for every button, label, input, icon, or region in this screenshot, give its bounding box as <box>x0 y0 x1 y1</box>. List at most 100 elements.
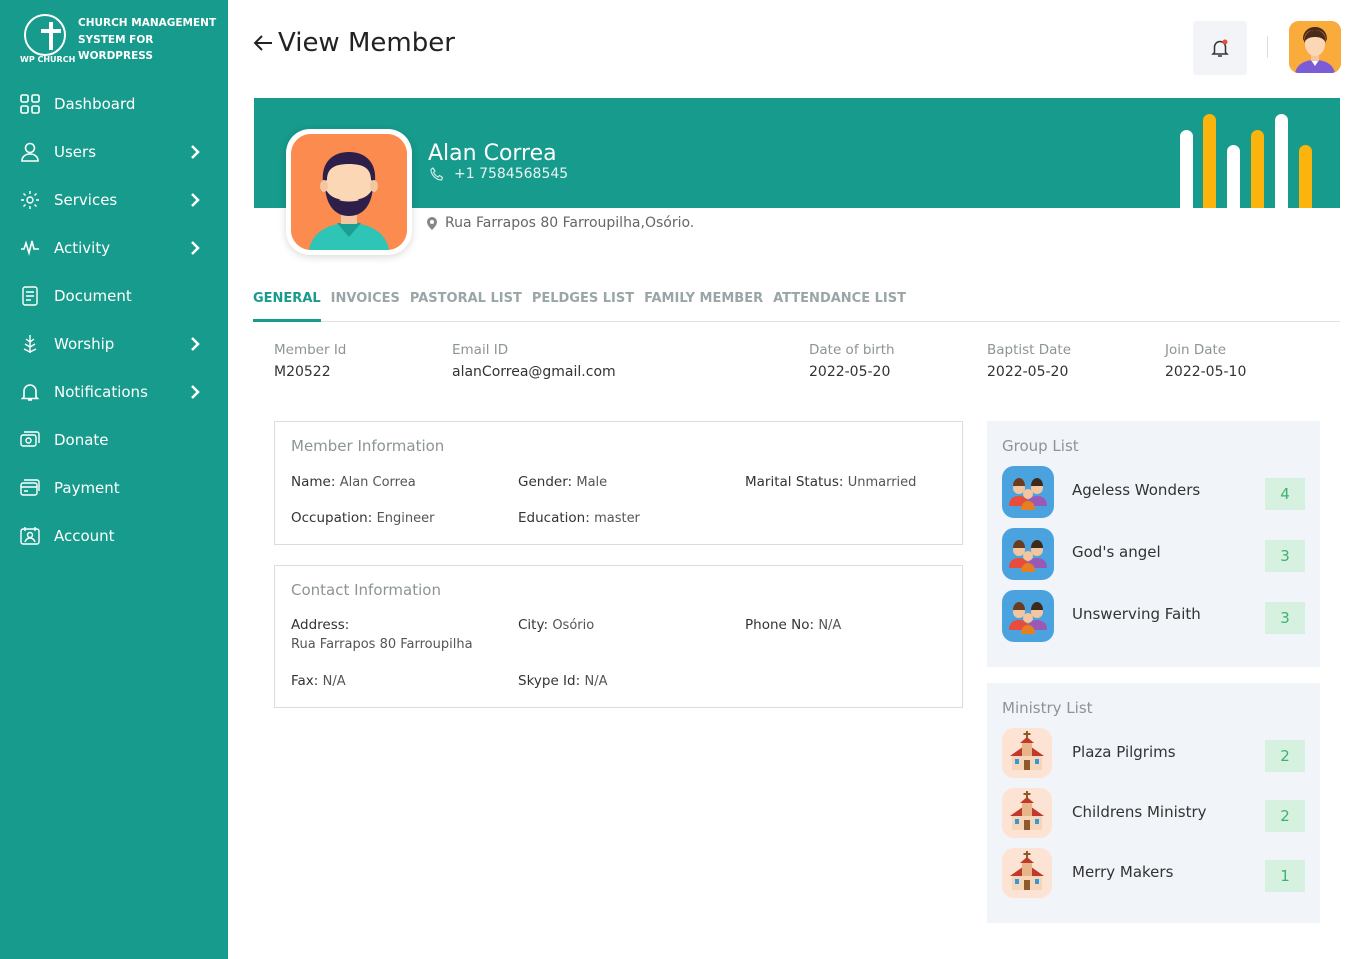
field-name: Name: Alan Correa <box>291 474 416 490</box>
summary-label: Baptist Date <box>987 342 1072 358</box>
summary-value: alanCorrea@gmail.com <box>452 364 616 380</box>
field-value: N/A <box>818 618 842 633</box>
donate-icon <box>20 430 40 450</box>
sidebar-item-notifications[interactable]: Notifications <box>0 368 228 416</box>
tab-general[interactable]: GENERAL <box>253 284 321 322</box>
summary-email: Email ID alanCorrea@gmail.com <box>452 342 616 380</box>
sidebar-item-label: Notifications <box>54 383 148 401</box>
group-list-panel: Group List Ageless Wonders 4 God's angel… <box>987 421 1320 667</box>
field-value: Male <box>576 475 608 490</box>
notification-button[interactable] <box>1193 21 1247 75</box>
payment-icon <box>20 478 40 498</box>
field-value: N/A <box>322 674 346 689</box>
sidebar-item-account[interactable]: Account <box>0 512 228 560</box>
field-label: Education: <box>518 510 590 526</box>
group-icon <box>1002 528 1054 580</box>
group-name: Ageless Wonders <box>1072 481 1201 499</box>
tab-pledges-list[interactable]: PELDGES LIST <box>532 284 634 322</box>
ministry-name: Plaza Pilgrims <box>1072 743 1176 761</box>
member-address: Rua Farrapos 80 Farroupilha,Osório. <box>427 215 694 231</box>
group-name: God's angel <box>1072 543 1161 561</box>
summary-label: Email ID <box>452 342 509 358</box>
page-title: View Member <box>252 28 455 58</box>
chevron-right-icon <box>191 145 200 159</box>
brand-title-line: SYSTEM FOR <box>78 33 154 46</box>
summary-join-date: Join Date 2022-05-10 <box>1165 342 1246 380</box>
sidebar-item-label: Worship <box>54 335 115 353</box>
profile-photo <box>286 129 412 255</box>
ministry-list-panel: Ministry List Plaza Pilgrims 2 Childrens… <box>987 683 1320 923</box>
field-label: City: <box>518 617 549 633</box>
brand-logo[interactable]: WP CHURCH CHURCH MANAGEMENT SYSTEM FOR W… <box>18 12 218 72</box>
tab-attendance-list[interactable]: ATTENDANCE LIST <box>773 284 906 322</box>
contact-information-card: Contact Information Address: Rua Farrapo… <box>274 565 963 708</box>
church-logo-icon <box>24 14 66 56</box>
decor-bar <box>1251 130 1264 208</box>
bell-icon <box>1211 39 1229 57</box>
tab-invoices[interactable]: INVOICES <box>331 284 400 322</box>
ministry-list-item[interactable]: Childrens Ministry 2 <box>1002 788 1305 840</box>
sidebar-item-label: Donate <box>54 431 109 449</box>
field-label: Gender: <box>518 474 573 490</box>
member-phone: +1 7584568545 <box>430 166 568 182</box>
group-list-item[interactable]: Ageless Wonders 4 <box>1002 466 1305 518</box>
group-list-item[interactable]: God's angel 3 <box>1002 528 1305 580</box>
field-value: master <box>594 511 640 526</box>
document-icon <box>20 286 40 306</box>
sidebar-item-services[interactable]: Services <box>0 176 228 224</box>
sidebar-item-users[interactable]: Users <box>0 128 228 176</box>
brand-title-line: CHURCH MANAGEMENT <box>78 17 217 29</box>
decorative-bars <box>1180 110 1320 208</box>
church-icon <box>1002 788 1052 838</box>
panel-title: Group List <box>1002 437 1079 455</box>
ministry-name: Merry Makers <box>1072 863 1174 881</box>
ministry-list-item[interactable]: Plaza Pilgrims 2 <box>1002 728 1305 780</box>
chevron-right-icon <box>191 337 200 351</box>
sidebar-item-label: Dashboard <box>54 95 136 113</box>
summary-label: Join Date <box>1165 342 1227 358</box>
panel-title: Ministry List <box>1002 699 1093 717</box>
field-occupation: Occupation: Engineer <box>291 510 434 526</box>
sidebar-item-activity[interactable]: Activity <box>0 224 228 272</box>
summary-dob: Date of birth 2022-05-20 <box>809 342 895 380</box>
chevron-right-icon <box>191 385 200 399</box>
field-marital-status: Marital Status: Unmarried <box>745 474 916 490</box>
group-list-item[interactable]: Unswerving Faith 3 <box>1002 590 1305 642</box>
sidebar-item-document[interactable]: Document <box>0 272 228 320</box>
sidebar-item-label: Users <box>54 143 97 161</box>
user-avatar[interactable] <box>1289 21 1341 73</box>
member-information-card: Member Information Name: Alan Correa Gen… <box>274 421 963 545</box>
brand-title: CHURCH MANAGEMENT SYSTEM FOR WORDPRESS <box>78 15 218 65</box>
group-icon <box>1002 590 1054 642</box>
summary-member-id: Member Id M20522 <box>274 342 346 380</box>
field-value: N/A <box>584 674 608 689</box>
sidebar-item-payment[interactable]: Payment <box>0 464 228 512</box>
member-name: Alan Correa <box>428 141 557 166</box>
sidebar-item-label: Document <box>54 287 132 305</box>
sidebar-item-dashboard[interactable]: Dashboard <box>0 80 228 128</box>
card-title: Member Information <box>291 437 445 455</box>
user-icon <box>20 142 40 162</box>
sidebar-item-label: Activity <box>54 239 111 257</box>
brand-title-line: WORDPRESS <box>78 50 153 62</box>
field-city: City: Osório <box>518 617 594 633</box>
field-label: Name: <box>291 474 336 490</box>
sidebar-item-worship[interactable]: Worship <box>0 320 228 368</box>
sidebar-item-donate[interactable]: Donate <box>0 416 228 464</box>
field-label: Address: <box>291 617 350 633</box>
back-arrow-icon[interactable] <box>252 32 274 54</box>
field-label: Marital Status: <box>745 474 844 490</box>
chevron-right-icon <box>191 241 200 255</box>
ministry-list-item[interactable]: Merry Makers 1 <box>1002 848 1305 900</box>
tab-pastoral-list[interactable]: PASTORAL LIST <box>410 284 522 322</box>
summary-value: 2022-05-20 <box>809 364 891 380</box>
summary-label: Date of birth <box>809 342 895 358</box>
tab-family-member[interactable]: FAMILY MEMBER <box>644 284 763 322</box>
field-address: Address: Rua Farrapos 80 Farroupilha <box>291 617 473 652</box>
field-label: Skype Id: <box>518 673 581 689</box>
worship-icon <box>20 334 40 354</box>
group-name: Unswerving Faith <box>1072 605 1201 623</box>
field-label: Occupation: <box>291 510 373 526</box>
ministry-count-badge: 1 <box>1265 860 1305 892</box>
ministry-name: Childrens Ministry <box>1072 803 1207 821</box>
